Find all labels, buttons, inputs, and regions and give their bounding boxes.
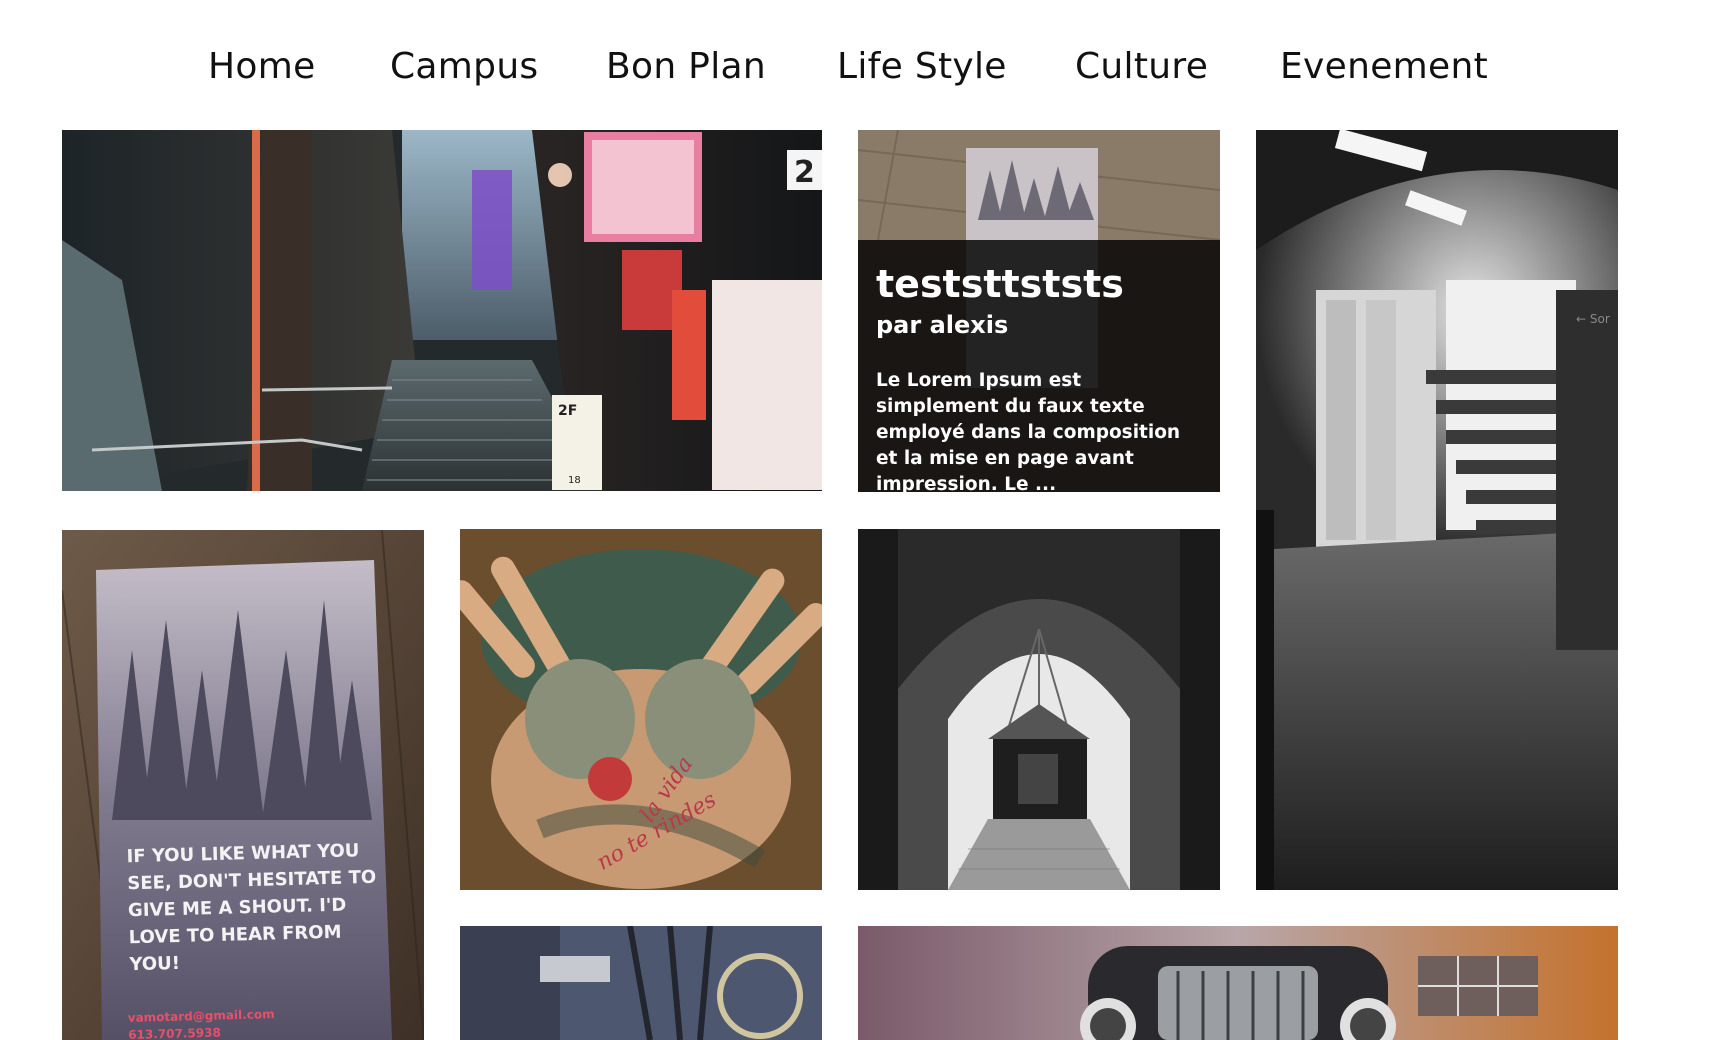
post-tile-bike[interactable] (460, 926, 822, 1040)
tokyo-alley-image: 2 2F 18 (62, 130, 822, 491)
post-tile-subway[interactable]: ← Sor (1256, 130, 1618, 890)
stair-sign-text: 18 (568, 475, 581, 486)
floor-sign-text: 2F (558, 403, 577, 419)
nav-culture[interactable]: Culture (1075, 46, 1208, 87)
post-excerpt: Le Lorem Ipsum est simplement du faux te… (876, 370, 1181, 492)
post-tile-featured[interactable]: teststtststs par alexis Le Lorem Ipsum e… (858, 130, 1220, 492)
nav-bon-plan[interactable]: Bon Plan (606, 46, 766, 87)
post-tile-arch[interactable] (858, 529, 1220, 890)
subway-exit-sign: ← Sor (1576, 312, 1610, 326)
post-author: par alexis (876, 311, 1009, 339)
brochure-message: IF YOU LIKE WHAT YOU SEE, DON'T HESITATE… (126, 840, 377, 976)
nav-campus[interactable]: Campus (390, 46, 539, 87)
number-sign-text: 2 (794, 155, 815, 190)
nav-evenement[interactable]: Evenement (1280, 46, 1488, 87)
post-tile-brochure[interactable]: IF YOU LIKE WHAT YOU SEE, DON'T HESITATE… (62, 530, 424, 1040)
post-tile-car[interactable] (858, 926, 1618, 1040)
nav-home[interactable]: Home (208, 46, 316, 87)
post-title[interactable]: teststtststs (876, 262, 1202, 306)
main-nav: Home Campus Bon Plan Life Style Culture … (0, 46, 1734, 100)
arch-courtyard-image (858, 529, 1220, 890)
bike-engine-image (460, 926, 822, 1040)
post-tile-tokyo-alley[interactable]: 2 2F 18 (62, 130, 822, 491)
post-tile-tattoo[interactable]: la vida no te rindes (460, 529, 822, 890)
brochure-contact: vamotard@gmail.com 613.707.5938 (128, 1006, 276, 1040)
subway-stairs-image (1256, 130, 1618, 890)
nav-life-style[interactable]: Life Style (837, 46, 1007, 87)
vintage-car-image (858, 926, 1618, 1040)
brochure-phone: 613.707.5938 (128, 1025, 222, 1040)
post-overlay: teststtststs par alexis Le Lorem Ipsum e… (858, 240, 1220, 492)
